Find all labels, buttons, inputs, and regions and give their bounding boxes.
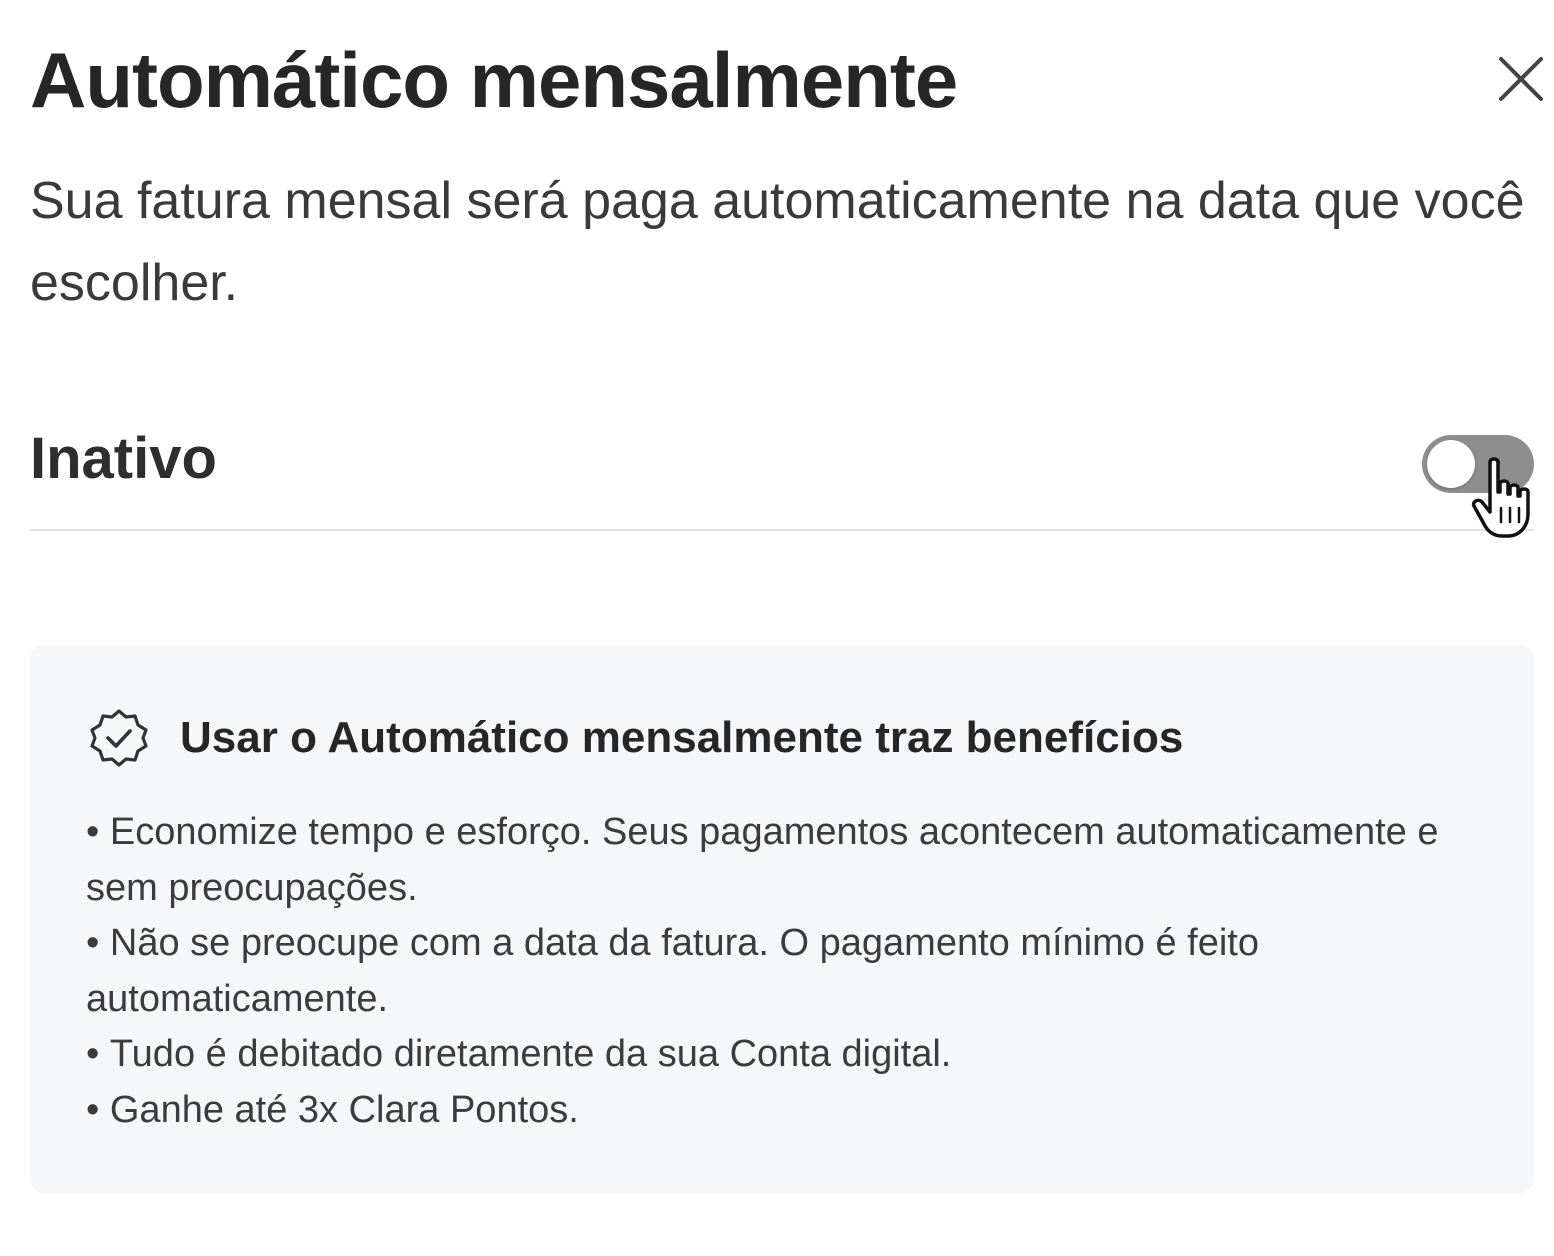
status-label: Inativo [30,426,217,491]
toggle-knob [1427,440,1475,488]
verified-badge-icon [90,709,148,767]
auto-payment-toggle[interactable] [1422,435,1534,493]
benefits-title: Usar o Automático mensalmente traz benef… [180,713,1184,762]
dialog-title: Automático mensalmente [30,36,958,124]
dialog-subtitle: Sua fatura mensal será paga automaticame… [30,172,1525,312]
status-row: Inativo [30,400,1534,531]
benefits-header: Usar o Automático mensalmente traz benef… [88,707,1183,769]
close-icon [1499,57,1543,101]
benefit-item: Economize tempo e esforço. Seus pagament… [86,805,1486,916]
close-button[interactable] [1496,54,1546,104]
benefits-list: Economize tempo e esforço. Seus pagament… [86,805,1486,1139]
benefit-item: Ganhe até 3x Clara Pontos. [86,1083,1486,1139]
benefit-item: Tudo é debitado diretamente da sua Conta… [86,1027,1486,1083]
benefit-item: Não se preocupe com a data da fatura. O … [86,916,1486,1027]
benefits-card: Usar o Automático mensalmente traz benef… [30,645,1534,1193]
auto-payment-dialog: Automático mensalmente Sua fatura mensal… [0,0,1554,1256]
